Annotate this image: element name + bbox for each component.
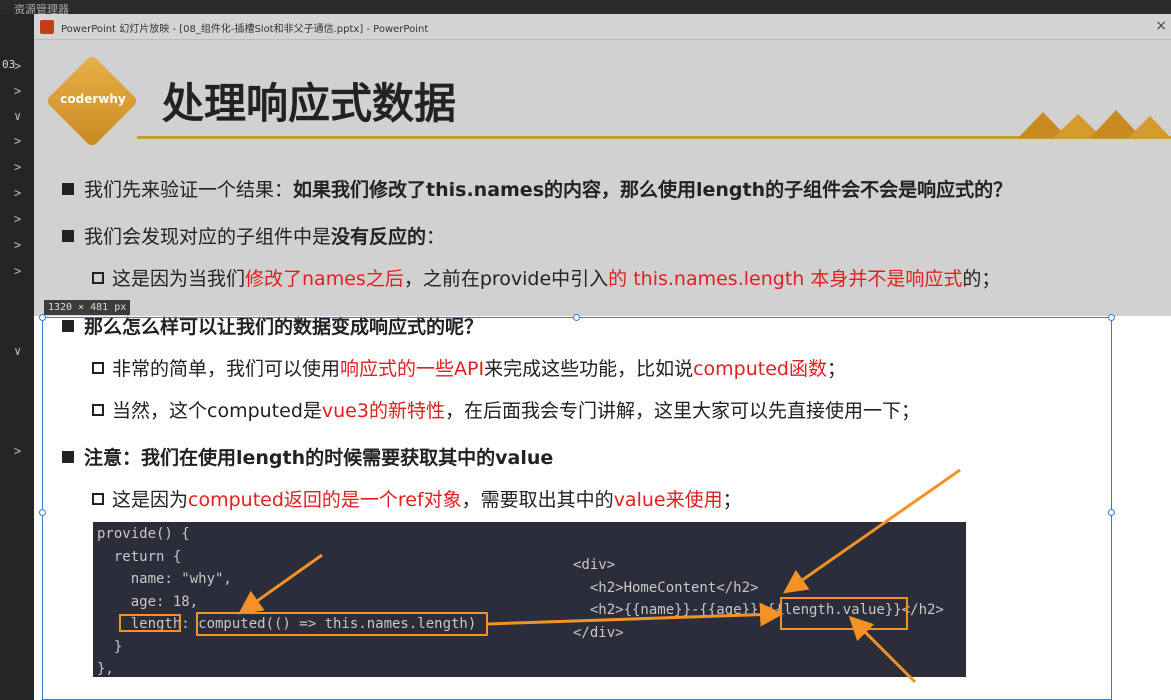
resize-handle-tl[interactable] (39, 314, 46, 321)
selection-size-badge: 1320 × 481 px (44, 300, 131, 315)
resize-handle-ml[interactable] (39, 509, 46, 516)
resize-handle-tc[interactable] (573, 314, 580, 321)
screen: 资源管理器 03 > > ∨ > > > > > > ∨ > PowerPoint 幻灯片放映 - … (0, 0, 1171, 700)
resize-handle-mr[interactable] (1108, 509, 1115, 516)
selection-box[interactable] (42, 317, 1112, 700)
resize-handle-tr[interactable] (1108, 314, 1115, 321)
